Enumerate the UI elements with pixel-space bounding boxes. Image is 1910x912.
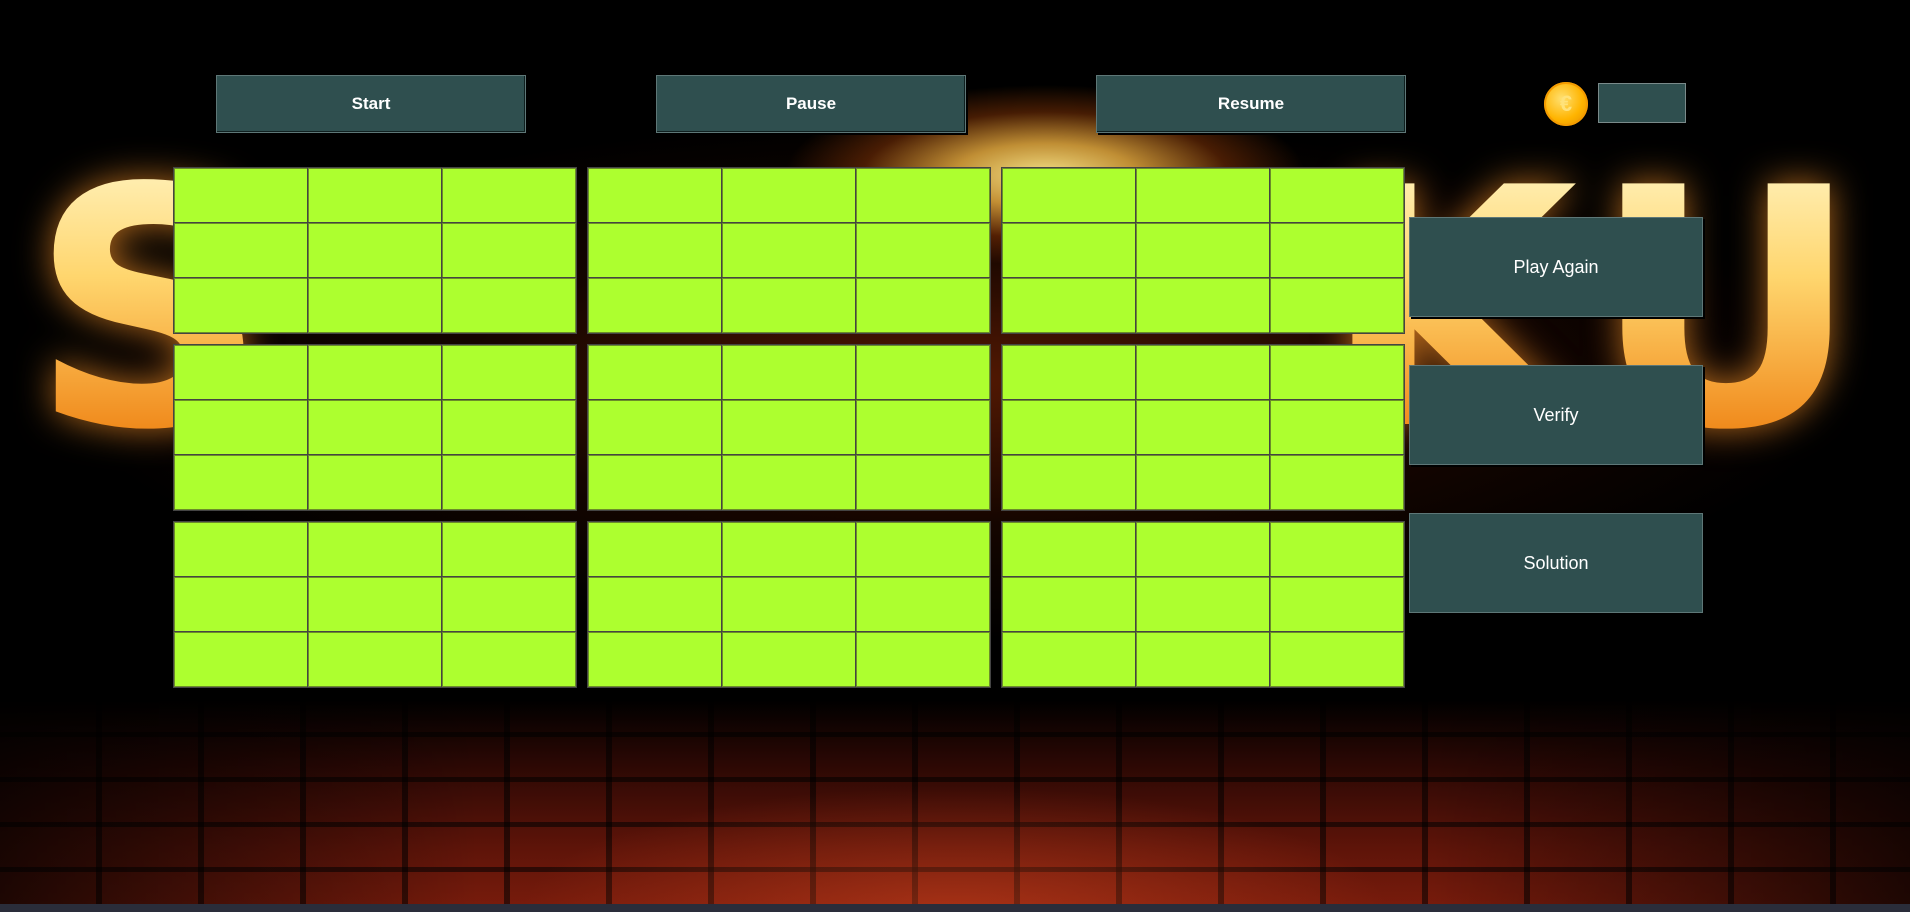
sudoku-cell[interactable] xyxy=(587,344,723,401)
sudoku-cell[interactable] xyxy=(587,277,723,334)
pause-button[interactable]: Pause xyxy=(656,75,966,133)
sudoku-cell[interactable] xyxy=(721,631,857,688)
sudoku-cell[interactable] xyxy=(1001,399,1137,456)
sudoku-cell[interactable] xyxy=(1269,167,1405,224)
sudoku-cell[interactable] xyxy=(1001,167,1137,224)
sudoku-cell[interactable] xyxy=(441,167,577,224)
sudoku-cell[interactable] xyxy=(441,576,577,633)
sudoku-cell[interactable] xyxy=(307,454,443,511)
sudoku-cell[interactable] xyxy=(1135,167,1271,224)
sudoku-cell[interactable] xyxy=(307,521,443,578)
sudoku-cell[interactable] xyxy=(1001,277,1137,334)
sudoku-cell[interactable] xyxy=(307,222,443,279)
sudoku-cell[interactable] xyxy=(1269,399,1405,456)
sudoku-cell[interactable] xyxy=(855,399,991,456)
sudoku-cell[interactable] xyxy=(1269,521,1405,578)
sudoku-cell[interactable] xyxy=(587,222,723,279)
sudoku-cell[interactable] xyxy=(855,631,991,688)
sudoku-cell[interactable] xyxy=(1135,222,1271,279)
sudoku-cell[interactable] xyxy=(173,454,309,511)
coin-icon: € xyxy=(1544,82,1588,126)
sudoku-cell[interactable] xyxy=(1135,399,1271,456)
sudoku-cell[interactable] xyxy=(587,521,723,578)
sudoku-cell[interactable] xyxy=(1001,631,1137,688)
sudoku-cell[interactable] xyxy=(855,222,991,279)
sudoku-cell[interactable] xyxy=(855,454,991,511)
sudoku-cell[interactable] xyxy=(1001,521,1137,578)
sudoku-cell[interactable] xyxy=(441,399,577,456)
sudoku-cell[interactable] xyxy=(1269,277,1405,334)
sudoku-cell[interactable] xyxy=(855,344,991,401)
sudoku-cell[interactable] xyxy=(1269,222,1405,279)
sudoku-cell[interactable] xyxy=(441,222,577,279)
sudoku-cell[interactable] xyxy=(721,277,857,334)
sudoku-cell[interactable] xyxy=(1135,277,1271,334)
sudoku-cell[interactable] xyxy=(587,399,723,456)
sudoku-cell[interactable] xyxy=(307,167,443,224)
sudoku-cell[interactable] xyxy=(173,631,309,688)
sudoku-cell[interactable] xyxy=(855,576,991,633)
background-floor xyxy=(0,700,1910,912)
sudoku-cell[interactable] xyxy=(1135,576,1271,633)
sudoku-cell[interactable] xyxy=(721,344,857,401)
sudoku-cell[interactable] xyxy=(173,399,309,456)
sudoku-cell[interactable] xyxy=(721,399,857,456)
sudoku-cell[interactable] xyxy=(1269,631,1405,688)
sudoku-cell[interactable] xyxy=(1269,344,1405,401)
sudoku-cell[interactable] xyxy=(855,521,991,578)
sudoku-cell[interactable] xyxy=(721,167,857,224)
sudoku-cell[interactable] xyxy=(587,576,723,633)
verify-button[interactable]: Verify xyxy=(1409,365,1703,465)
sudoku-cell[interactable] xyxy=(1269,454,1405,511)
sudoku-cell[interactable] xyxy=(441,454,577,511)
sudoku-cell[interactable] xyxy=(1001,344,1137,401)
sudoku-cell[interactable] xyxy=(1001,576,1137,633)
sudoku-cell[interactable] xyxy=(173,277,309,334)
sudoku-cell[interactable] xyxy=(307,277,443,334)
sudoku-cell[interactable] xyxy=(721,576,857,633)
sudoku-cell[interactable] xyxy=(173,167,309,224)
sudoku-cell[interactable] xyxy=(441,631,577,688)
sudoku-cell[interactable] xyxy=(721,222,857,279)
sudoku-cell[interactable] xyxy=(587,454,723,511)
sudoku-cell[interactable] xyxy=(307,399,443,456)
play-again-button[interactable]: Play Again xyxy=(1409,217,1703,317)
sudoku-cell[interactable] xyxy=(721,454,857,511)
sudoku-cell[interactable] xyxy=(173,576,309,633)
sudoku-cell[interactable] xyxy=(587,167,723,224)
sudoku-cell[interactable] xyxy=(307,576,443,633)
sudoku-cell[interactable] xyxy=(1135,521,1271,578)
resume-button[interactable]: Resume xyxy=(1096,75,1406,133)
start-button[interactable]: Start xyxy=(216,75,526,133)
sudoku-cell[interactable] xyxy=(1001,222,1137,279)
sudoku-cell[interactable] xyxy=(721,521,857,578)
sudoku-cell[interactable] xyxy=(855,277,991,334)
sudoku-cell[interactable] xyxy=(173,344,309,401)
sudoku-cell[interactable] xyxy=(441,344,577,401)
sudoku-cell[interactable] xyxy=(1135,631,1271,688)
sudoku-cell[interactable] xyxy=(441,521,577,578)
sudoku-cell[interactable] xyxy=(441,277,577,334)
sudoku-cell[interactable] xyxy=(855,167,991,224)
coin-count xyxy=(1598,83,1686,123)
solution-button[interactable]: Solution xyxy=(1409,513,1703,613)
sudoku-cell[interactable] xyxy=(1135,344,1271,401)
sudoku-cell[interactable] xyxy=(1001,454,1137,511)
sudoku-cell[interactable] xyxy=(1269,576,1405,633)
sudoku-cell[interactable] xyxy=(1135,454,1271,511)
sudoku-cell[interactable] xyxy=(307,631,443,688)
sudoku-cell[interactable] xyxy=(587,631,723,688)
sudoku-cell[interactable] xyxy=(173,521,309,578)
sudoku-cell[interactable] xyxy=(173,222,309,279)
bottom-bar xyxy=(0,904,1910,912)
sudoku-cell[interactable] xyxy=(307,344,443,401)
